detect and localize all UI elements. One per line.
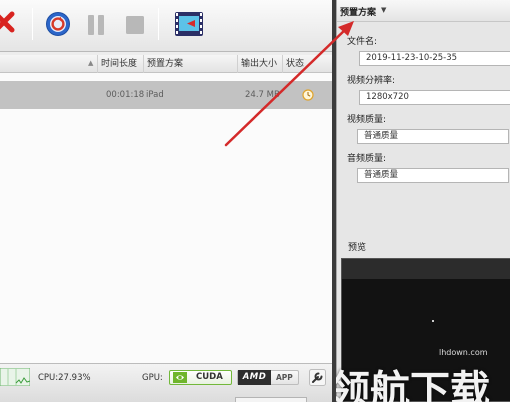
left-pane: ▲ 时间长度 预置方案 输出大小 状态 00:01:18 iPad 24.7 M…: [0, 0, 336, 402]
clock-icon: [302, 89, 314, 101]
settings-wrench-icon[interactable]: [309, 369, 326, 386]
cuda-button[interactable]: CUDA: [169, 370, 232, 385]
watermark-url: lhdown.com: [439, 348, 488, 357]
toolbar-separator: [32, 8, 33, 40]
cuda-label: CUDA: [196, 372, 223, 382]
file-size: 24.7 MB: [245, 90, 280, 100]
stop-button[interactable]: [124, 14, 146, 36]
filename-label: 文件名:: [347, 37, 378, 47]
filename-input[interactable]: 2019-11-23-10-25-35: [359, 51, 510, 66]
delete-button[interactable]: [0, 10, 16, 34]
status-action-button[interactable]: [235, 397, 307, 402]
toolbar: [0, 0, 336, 52]
cpu-usage: CPU:27.93%: [38, 373, 91, 383]
film-clip-icon: [175, 12, 203, 36]
file-preset: iPad: [146, 90, 164, 100]
amd-app-button[interactable]: AMD APP: [237, 370, 299, 385]
file-duration: 00:01:18: [106, 90, 145, 100]
video-quality-select[interactable]: 普通质量: [357, 129, 509, 144]
audio-quality-select[interactable]: 普通质量: [357, 168, 509, 183]
preset-panel-header[interactable]: 预置方案 ▼: [337, 0, 510, 22]
convert-icon: [46, 12, 70, 36]
preview-label: 预览: [348, 243, 367, 253]
table-row[interactable]: 00:01:18 iPad 24.7 MB: [0, 81, 332, 109]
nvidia-icon: [173, 372, 187, 383]
preset-panel-title: 预置方案: [340, 8, 377, 18]
sort-arrow-icon: ▲: [88, 59, 94, 67]
gpu-label: GPU:: [142, 373, 163, 383]
audio-quality-label: 音频质量:: [347, 154, 387, 164]
column-preset[interactable]: 预置方案: [143, 55, 237, 73]
amd-logo-icon: AMD: [238, 370, 271, 385]
resolution-input[interactable]: 1280x720: [359, 90, 510, 105]
watermark: lhdown.com 领航下载: [336, 258, 510, 402]
file-list: 00:01:18 iPad 24.7 MB: [0, 73, 336, 363]
chevron-down-icon[interactable]: ▼: [381, 6, 386, 14]
toolbar-separator: [158, 8, 159, 40]
status-bar: CPU:27.93% GPU: CUDA AMD APP: [0, 363, 336, 402]
pause-icon: [88, 15, 104, 35]
file-list-header: ▲ 时间长度 预置方案 输出大小 状态: [0, 55, 336, 73]
column-duration[interactable]: 时间长度: [97, 55, 143, 73]
clip-button[interactable]: [174, 11, 204, 37]
column-status[interactable]: 状态: [282, 55, 332, 73]
x-icon: [0, 11, 15, 33]
column-output-size[interactable]: 输出大小: [237, 55, 282, 73]
stop-icon: [126, 16, 144, 34]
app-label: APP: [276, 373, 293, 382]
resolution-label: 视频分辨率:: [347, 76, 396, 86]
video-quality-label: 视频质量:: [347, 115, 387, 125]
cpu-graph-icon: [0, 368, 30, 386]
watermark-text: 领航下载: [336, 368, 490, 402]
convert-button[interactable]: [45, 11, 71, 37]
pause-button[interactable]: [86, 14, 106, 36]
